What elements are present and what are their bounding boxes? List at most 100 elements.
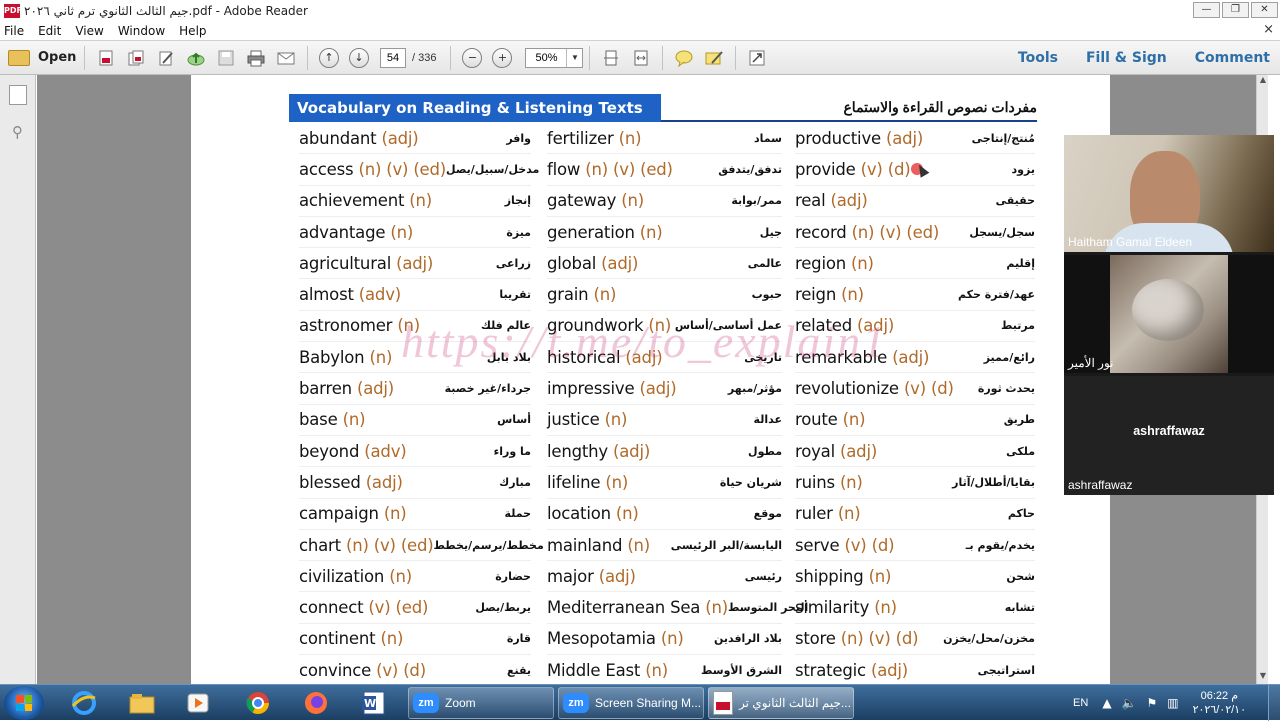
page-number-input[interactable]: 54 — [380, 47, 406, 68]
previous-page-button[interactable]: ↑ — [319, 47, 339, 68]
vocab-word: major — [547, 566, 594, 586]
sticky-note-icon[interactable] — [673, 47, 695, 69]
taskbar-item-adobe-reader[interactable]: جيم الثالث الثانوي تر... — [708, 687, 854, 719]
edit-pdf-icon[interactable] — [155, 47, 177, 69]
toolbar-divider — [662, 45, 664, 70]
vocab-part-of-speech: (adj) — [870, 660, 909, 680]
video-tile-1[interactable]: Haitham Gamal Eldeen — [1064, 135, 1274, 252]
open-button[interactable]: Open — [8, 49, 78, 66]
minimize-button[interactable]: — — [1193, 2, 1220, 18]
language-indicator[interactable]: EN — [1073, 697, 1088, 709]
vocab-english: provide (v) (d) — [795, 160, 911, 179]
close-button[interactable]: ✕ — [1251, 2, 1278, 18]
video-tile-2[interactable]: نور الأمير — [1064, 255, 1274, 373]
vocab-word: agricultural — [299, 253, 392, 273]
video-tile-3[interactable]: ashraffawaz ashraffawaz — [1064, 376, 1274, 495]
vocab-part-of-speech: (adv) — [364, 441, 407, 461]
vocab-arabic: شحن — [1006, 569, 1035, 583]
email-icon[interactable] — [275, 47, 297, 69]
taskbar-item-screen-sharing[interactable]: zm Screen Sharing M... — [558, 687, 704, 719]
vocab-part-of-speech: (n) — [627, 535, 651, 555]
vocab-english: base (n) — [299, 410, 366, 429]
vocab-word: astronomer — [299, 316, 393, 336]
chevron-down-icon[interactable]: ▼ — [566, 48, 582, 67]
menu-edit[interactable]: Edit — [38, 24, 61, 38]
vocab-english: productive (adj) — [795, 129, 923, 148]
expand-icon[interactable] — [746, 47, 768, 69]
start-button[interactable] — [4, 686, 44, 720]
vocab-arabic: مخزن/محل/يخزن — [943, 632, 1035, 646]
toolbar-divider — [84, 45, 85, 70]
vocab-row: fertilizer (n) سماد — [547, 123, 782, 155]
firefox-icon[interactable] — [296, 688, 336, 718]
vocab-part-of-speech: (adj) — [840, 441, 878, 461]
flag-icon[interactable]: ⚑ — [1147, 696, 1158, 710]
chrome-icon[interactable] — [238, 688, 278, 718]
page-thumbnails-icon[interactable] — [8, 85, 27, 105]
network-icon[interactable]: ▥ — [1167, 696, 1178, 710]
vocab-english: achievement (n) — [299, 191, 432, 210]
next-page-button[interactable]: ↓ — [349, 47, 369, 68]
show-hidden-icons-icon[interactable]: ▲ — [1102, 696, 1111, 710]
volume-icon[interactable]: 🔈 — [1122, 696, 1137, 710]
show-desktop-button[interactable] — [1268, 685, 1280, 721]
vocab-part-of-speech: (adj) — [886, 128, 924, 148]
vocab-english: major (adj) — [547, 567, 636, 586]
document-close-icon[interactable]: × — [1263, 22, 1274, 37]
taskbar-item-label: Zoom — [445, 696, 476, 710]
scroll-up-icon[interactable]: ▲ — [1257, 75, 1269, 89]
zoom-in-button[interactable]: + — [492, 47, 513, 68]
zoom-value: 50% — [535, 51, 558, 64]
vocab-arabic: شريان حياة — [719, 475, 782, 489]
vocab-arabic: يخدم/يقوم بـ — [965, 538, 1035, 552]
scroll-down-icon[interactable]: ▼ — [1257, 671, 1269, 685]
create-pdf-icon[interactable] — [95, 47, 117, 69]
print-icon[interactable] — [245, 47, 267, 69]
vocab-word: generation — [547, 222, 635, 242]
upload-cloud-icon[interactable] — [185, 47, 207, 69]
vocab-part-of-speech: (v) (d) — [903, 379, 954, 399]
media-player-icon[interactable] — [178, 688, 218, 718]
internet-explorer-icon[interactable] — [64, 688, 104, 718]
vocab-word: campaign — [299, 504, 379, 524]
comment-pane-button[interactable]: Comment — [1195, 50, 1270, 66]
vocab-word: fertilizer — [547, 128, 614, 148]
word-icon[interactable]: W — [354, 688, 394, 718]
save-icon[interactable] — [215, 47, 237, 69]
vocab-word: lengthy — [547, 441, 608, 461]
fit-page-icon[interactable] — [600, 47, 622, 69]
vocab-part-of-speech: (v) (ed) — [368, 598, 429, 618]
attachments-icon[interactable]: ⚲ — [9, 123, 27, 143]
menu-view[interactable]: View — [75, 24, 103, 38]
fit-width-icon[interactable] — [630, 47, 652, 69]
fill-sign-pane-button[interactable]: Fill & Sign — [1086, 50, 1167, 66]
combine-files-icon[interactable] — [125, 47, 147, 69]
file-explorer-icon[interactable] — [122, 688, 162, 718]
vocab-word: gateway — [547, 191, 617, 211]
restore-button[interactable]: ❐ — [1222, 2, 1249, 18]
zoom-icon: zm — [413, 693, 439, 713]
vocab-row: barren (adj) جرداء/غير خصبة — [299, 373, 531, 405]
vocab-row: almost (adv) تقريبا — [299, 279, 531, 311]
highlight-icon[interactable] — [703, 47, 725, 69]
vocab-arabic: رئيسى — [744, 569, 782, 583]
tools-pane-button[interactable]: Tools — [1018, 50, 1058, 66]
vocab-row: lifeline (n) شريان حياة — [547, 467, 782, 499]
menu-file[interactable]: File — [4, 24, 24, 38]
taskbar-item-zoom[interactable]: zm Zoom — [408, 687, 554, 719]
zoom-out-button[interactable]: − — [462, 47, 483, 68]
clock[interactable]: 06:22 م ٢٠٢٦/٠٢/١٠ — [1193, 689, 1246, 717]
menu-window[interactable]: Window — [118, 24, 165, 38]
vocab-english: grain (n) — [547, 285, 616, 304]
zoom-select[interactable]: 50% ▼ — [525, 47, 584, 68]
vocab-word: almost — [299, 285, 354, 305]
clock-date: ٢٠٢٦/٠٢/١٠ — [1192, 704, 1246, 716]
participant-video — [1110, 255, 1228, 373]
menu-help[interactable]: Help — [179, 24, 206, 38]
vocab-row: shipping (n) شحن — [795, 561, 1035, 593]
vocab-english: ruler (n) — [795, 504, 861, 523]
vocab-part-of-speech: (n) — [615, 504, 639, 524]
vocab-arabic: حاكم — [1007, 507, 1035, 521]
vocab-part-of-speech: (n) — [409, 191, 433, 211]
vocab-word: lifeline — [547, 472, 601, 492]
